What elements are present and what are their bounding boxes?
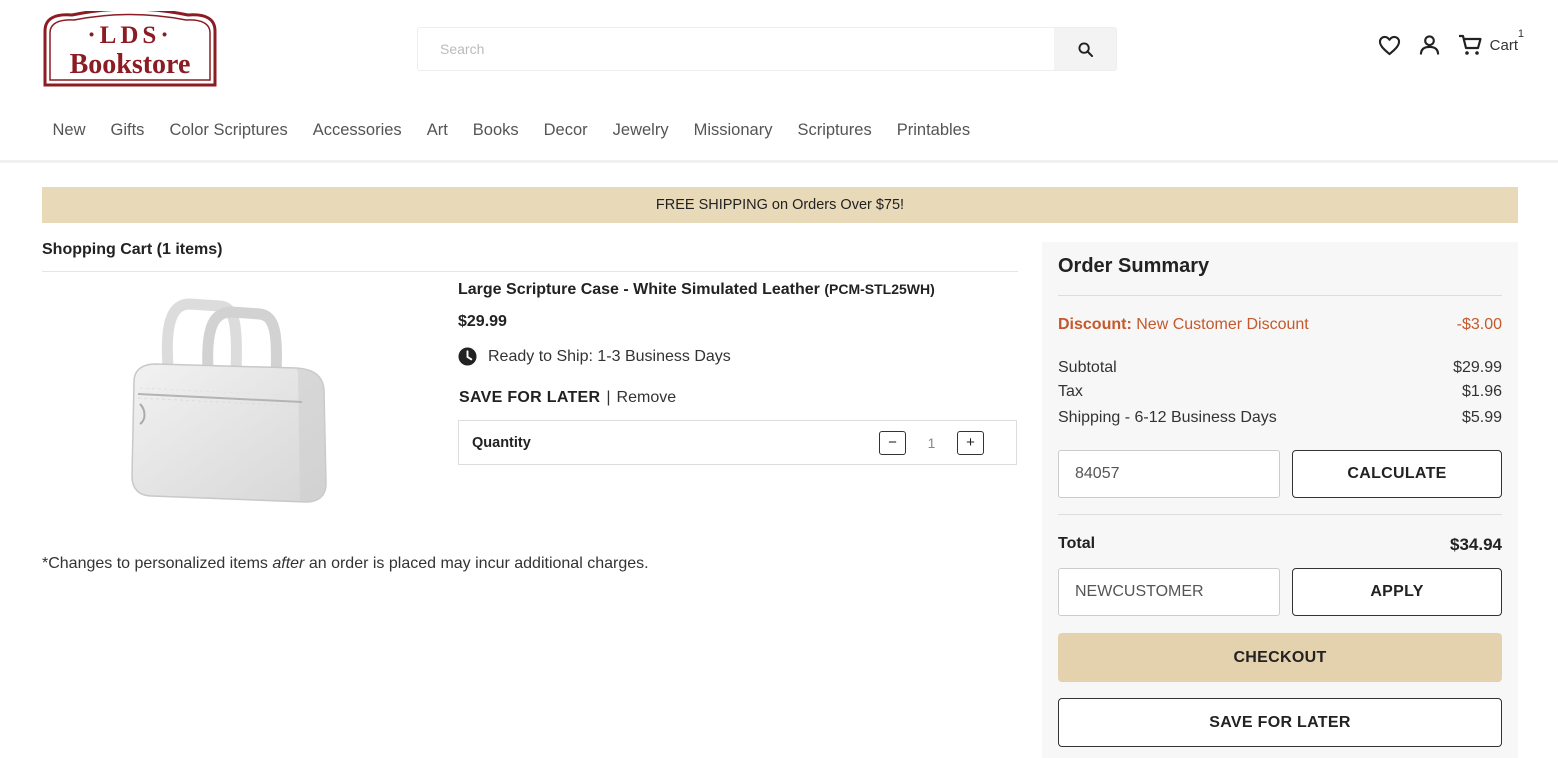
remove-link[interactable]: Remove	[617, 389, 677, 407]
nav-item-decor[interactable]: Decor	[531, 121, 600, 140]
calculate-button[interactable]: CALCULATE	[1292, 450, 1502, 498]
cart-divider	[42, 271, 1018, 272]
svg-text:Bookstore: Bookstore	[70, 49, 191, 80]
discount-row: Discount: New Customer Discount -$3.00	[1058, 316, 1502, 334]
apply-button[interactable]: APPLY	[1292, 568, 1502, 616]
search-bar	[417, 27, 1117, 71]
nav-item-color-scriptures[interactable]: Color Scriptures	[157, 121, 300, 140]
ship-status: Ready to Ship: 1-3 Business Days	[458, 347, 731, 366]
shipping-value: $5.99	[1461, 409, 1502, 426]
nav-item-accessories[interactable]: Accessories	[300, 121, 414, 140]
zip-code-input[interactable]	[1059, 451, 1279, 497]
wishlist-button[interactable]	[1378, 35, 1401, 56]
search-button[interactable]	[1054, 28, 1116, 70]
coupon-field-wrapper	[1058, 568, 1280, 616]
cart-title: Shopping Cart (1 items)	[42, 241, 223, 258]
nav-item-scriptures[interactable]: Scriptures	[785, 121, 884, 140]
shipping-row: Shipping - 6-12 Business Days $5.99	[1058, 409, 1502, 427]
total-value: $34.94	[1450, 535, 1502, 554]
search-input[interactable]	[418, 28, 1054, 70]
nav-item-art[interactable]: Art	[414, 121, 460, 140]
save-for-later-button[interactable]: SAVE FOR LATER	[1058, 698, 1502, 747]
coupon-code-input[interactable]	[1059, 569, 1279, 615]
subtotal-row: Subtotal $29.99	[1058, 359, 1502, 377]
nav-item-books[interactable]: Books	[460, 121, 531, 140]
shipping-label: Shipping - 6-12 Business Days	[1058, 409, 1277, 426]
checkout-button[interactable]: CHECKOUT	[1058, 633, 1502, 682]
cart-icon	[1458, 34, 1482, 55]
nav-divider	[0, 160, 1558, 163]
quantity-stepper: − 1 +	[879, 430, 984, 455]
subtotal-value: $29.99	[1453, 359, 1502, 376]
summary-divider	[1058, 295, 1502, 296]
cart-button[interactable]: Cart 1	[1458, 28, 1524, 56]
note-emphasis: after	[272, 555, 305, 572]
nav-item-gifts[interactable]: Gifts	[98, 121, 157, 140]
clock-icon	[458, 347, 477, 366]
product-name: Large Scripture Case - White Simulated L…	[458, 281, 820, 298]
product-sku: (PCM-STL25WH)	[824, 281, 935, 297]
total-label: Total	[1058, 535, 1096, 552]
heart-icon	[1378, 35, 1400, 55]
item-actions: SAVE FOR LATER | Remove	[459, 389, 676, 407]
discount-value: -$3.00	[1456, 316, 1502, 333]
personalization-note: *Changes to personalized items after an …	[42, 555, 649, 573]
note-text: *Changes to personalized items	[42, 555, 273, 572]
zip-field-wrapper	[1058, 450, 1280, 498]
product-image[interactable]	[120, 292, 340, 508]
product-price: $29.99	[458, 313, 507, 330]
quantity-increase-button[interactable]: +	[957, 430, 984, 455]
banner-text: FREE SHIPPING on Orders Over $75!	[655, 197, 905, 213]
tax-label: Tax	[1058, 383, 1083, 400]
discount-label: Discount:	[1058, 316, 1132, 333]
tax-value: $1.96	[1461, 383, 1502, 400]
order-summary: Order Summary Discount: New Customer Dis…	[1042, 242, 1518, 758]
quantity-decrease-button[interactable]: −	[879, 430, 906, 455]
header-actions: Cart 1	[1378, 28, 1524, 56]
cart-count-badge: 1	[1517, 28, 1524, 40]
cart-label: Cart	[1489, 36, 1518, 54]
svg-text:·LDS·: ·LDS·	[87, 22, 172, 49]
nav-item-new[interactable]: New	[40, 121, 98, 140]
order-summary-title: Order Summary	[1058, 255, 1210, 277]
note-text-end: an order is placed may incur additional …	[304, 555, 649, 572]
nav-item-jewelry[interactable]: Jewelry	[600, 121, 681, 140]
save-for-later-link[interactable]: SAVE FOR LATER	[459, 389, 600, 407]
discount-name: New Customer Discount	[1136, 316, 1309, 333]
ship-status-text: Ready to Ship: 1-3 Business Days	[488, 347, 731, 365]
quantity-row: Quantity − 1 +	[458, 420, 1017, 465]
nav-item-printables[interactable]: Printables	[884, 121, 982, 140]
product-name-link[interactable]: Large Scripture Case - White Simulated L…	[458, 281, 935, 299]
quantity-label: Quantity	[472, 434, 531, 451]
site-logo[interactable]: ·LDS· Bookstore	[42, 7, 218, 87]
shipping-banner: FREE SHIPPING on Orders Over $75!	[42, 187, 1518, 223]
tax-row: Tax $1.96	[1058, 383, 1502, 401]
quantity-value[interactable]: 1	[906, 435, 957, 451]
subtotal-label: Subtotal	[1058, 359, 1117, 376]
search-icon	[1077, 41, 1093, 57]
action-separator: |	[606, 389, 611, 406]
summary-divider-2	[1058, 514, 1502, 515]
nav-item-missionary[interactable]: Missionary	[681, 121, 785, 140]
account-button[interactable]	[1419, 34, 1440, 56]
total-row: Total $34.94	[1058, 535, 1502, 555]
main-nav: New Gifts Color Scriptures Accessories A…	[40, 121, 983, 140]
user-icon	[1419, 35, 1439, 55]
